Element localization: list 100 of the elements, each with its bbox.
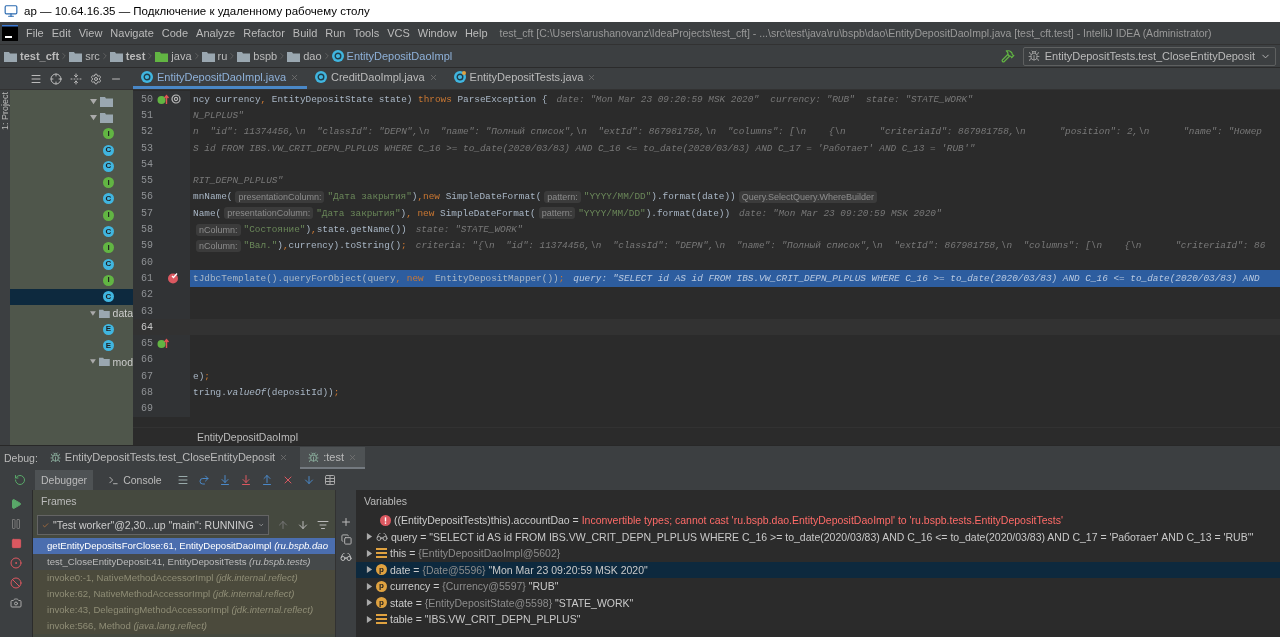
variable-text: query = "SELECT id AS id FROM IBS.VW_CRIT_DEPN_PLPLUS WHERE C_16 >= to_date(2020/03/83) AND C_16 <= to_date(2020/03/83) AND C_17 = 'Работает' AND C_13 = 'RUB'" bbox=[391, 530, 1254, 543]
line-number: 61 bbox=[140, 272, 153, 284]
error-icon bbox=[380, 514, 391, 526]
menu-item[interactable]: View bbox=[78, 27, 103, 39]
arrow-up-icon[interactable] bbox=[277, 519, 289, 531]
build-icon[interactable] bbox=[1000, 49, 1015, 63]
code-text: tJdbcTemplate().queryForObject(query, new EntityDepositMapper()); bbox=[193, 272, 565, 284]
inline-debug-value: date: "Mon Mar 23 09:20:59 MSK 2020" bbox=[739, 207, 942, 219]
run-to-cursor-icon[interactable] bbox=[302, 474, 315, 486]
pause-icon[interactable] bbox=[10, 518, 22, 530]
breadcrumb-item[interactable]: EntityDepositDaoImpl bbox=[346, 50, 453, 62]
settings-icon[interactable] bbox=[90, 72, 102, 85]
menu-item[interactable]: Build bbox=[292, 27, 318, 39]
debugger-tab[interactable]: Console bbox=[102, 470, 168, 490]
variable-text: this = {EntityDepositDaoImpl@5602} bbox=[390, 547, 561, 560]
breadcrumb-item[interactable]: test_cft bbox=[20, 50, 60, 62]
variable-text: currency = {Currency@5597} "RUB" bbox=[390, 580, 559, 593]
run-configuration-dropdown[interactable]: EntityDepositTests.test_CloseEntityDeposit bbox=[1022, 46, 1276, 66]
folder-icon bbox=[155, 50, 169, 62]
line-number: 62 bbox=[140, 289, 153, 301]
resume-icon[interactable] bbox=[10, 498, 22, 510]
thread-dropdown[interactable]: "Test worker"@2,30...up "main": RUNNING bbox=[37, 515, 269, 535]
class-icon: C bbox=[103, 226, 114, 237]
step-out-icon[interactable] bbox=[260, 474, 273, 486]
close-icon[interactable] bbox=[279, 452, 289, 462]
line-number: 63 bbox=[140, 305, 153, 317]
breadcrumb-item[interactable]: test bbox=[125, 50, 146, 62]
mute-breakpoints-icon[interactable] bbox=[10, 577, 22, 589]
collapse-icon[interactable] bbox=[70, 72, 82, 85]
terminal-icon bbox=[108, 474, 120, 486]
breadcrumb-item[interactable]: bspb bbox=[253, 50, 278, 62]
glasses-icon[interactable] bbox=[340, 551, 352, 563]
override-icon bbox=[157, 338, 169, 350]
parameter-hint: nColumn: bbox=[196, 223, 241, 236]
stack-frame[interactable]: getEntityDepositsForClose:61, EntityDepositDaoImpl (ru.bspb.dao bbox=[33, 538, 335, 554]
menu-item[interactable]: Window bbox=[417, 27, 457, 39]
line-number: 53 bbox=[140, 142, 153, 154]
line-number: 56 bbox=[140, 191, 153, 203]
bug-icon bbox=[308, 451, 320, 463]
debug-session-tab[interactable]: :test bbox=[300, 447, 365, 469]
menu-item[interactable]: Refactor bbox=[243, 27, 285, 39]
class-icon bbox=[315, 71, 327, 83]
debugger-tab[interactable]: Debugger bbox=[35, 470, 94, 490]
code-text: Name( bbox=[193, 207, 222, 219]
step-into-icon[interactable] bbox=[218, 474, 231, 486]
code-text: ncy currency, EntityDepositState state) throws ParseException { bbox=[193, 93, 548, 105]
bug-icon bbox=[1027, 50, 1040, 62]
variable-text: table = "IBS.VW_CRIT_DEPN_PLPLUS" bbox=[390, 613, 581, 626]
inline-debug-value: N_PLPLUS" bbox=[193, 109, 244, 121]
editor-tab[interactable]: EntityDepositDaoImpl.java bbox=[133, 68, 307, 89]
menu-item[interactable]: Help bbox=[464, 27, 488, 39]
locate-icon[interactable] bbox=[50, 72, 62, 85]
menu-item[interactable]: Navigate bbox=[110, 27, 154, 39]
folder-icon bbox=[237, 50, 251, 62]
filter-icon[interactable] bbox=[317, 519, 329, 531]
enum-icon: E bbox=[103, 340, 114, 352]
folder-icon bbox=[201, 50, 215, 62]
editor-breadcrumb[interactable]: EntityDepositDaoImpl bbox=[197, 430, 298, 443]
tree-item-label[interactable]: mod bbox=[112, 355, 133, 368]
menu-item[interactable]: File bbox=[26, 27, 44, 39]
variable-text: date = {Date@5596} "Mon Mar 23 09:20:59 MSK 2020" bbox=[390, 563, 648, 576]
interface-icon: I bbox=[103, 128, 114, 140]
close-icon[interactable] bbox=[290, 72, 299, 82]
close-icon[interactable] bbox=[587, 72, 597, 82]
line-number: 69 bbox=[140, 403, 153, 415]
menu-icon[interactable] bbox=[176, 474, 189, 486]
breadcrumb-item[interactable]: java bbox=[171, 50, 192, 62]
stop-icon[interactable] bbox=[10, 538, 22, 549]
breakpoints-icon[interactable] bbox=[10, 557, 22, 569]
menu-item[interactable]: VCS bbox=[387, 27, 410, 39]
arrow-down-icon[interactable] bbox=[297, 519, 309, 531]
panel-title: Frames bbox=[41, 495, 77, 507]
menu-item[interactable]: Analyze bbox=[196, 27, 236, 39]
add-watch-icon[interactable] bbox=[340, 516, 352, 528]
code-text: "Вал."),currency).toString(); bbox=[243, 240, 407, 252]
project-path-title: test_cft [C:\Users\arushanovanz\IdeaProjects\test_cft] - ...\src\test\java\ru\bspb\dao\EntityDepositDaoImpl.java [test_cft.test] - IntelliJ IDEA (Administrator) bbox=[499, 27, 1212, 39]
debug-session-tab[interactable]: EntityDepositTests.test_CloseEntityDeposit bbox=[41, 447, 297, 469]
table-icon[interactable] bbox=[323, 474, 336, 486]
step-over-icon[interactable] bbox=[197, 474, 210, 486]
menu-item[interactable]: Run bbox=[325, 27, 346, 39]
project-tool-tab[interactable]: 1: Project bbox=[0, 92, 10, 131]
parameter-icon: p bbox=[376, 597, 387, 609]
breadcrumb-item[interactable]: src bbox=[85, 50, 100, 62]
rerun-icon[interactable] bbox=[14, 474, 26, 486]
menu-item[interactable]: Tools bbox=[353, 27, 380, 39]
force-step-into-icon[interactable] bbox=[239, 474, 252, 486]
menu-item[interactable]: Code bbox=[161, 27, 189, 39]
stack-frame[interactable]: test_CloseEntityDeposit:41, EntityDepositTests (ru.bspb.tests) bbox=[33, 554, 335, 570]
close-icon[interactable] bbox=[428, 72, 438, 82]
copy-icon[interactable] bbox=[340, 534, 352, 545]
line-number: 66 bbox=[140, 354, 153, 366]
breadcrumb-item[interactable]: ru bbox=[217, 50, 228, 62]
app-logo-icon bbox=[2, 25, 18, 41]
menu-item[interactable]: Edit bbox=[51, 27, 71, 39]
folder-icon bbox=[109, 50, 123, 62]
camera-icon[interactable] bbox=[10, 597, 22, 609]
view-options-icon[interactable] bbox=[30, 72, 42, 85]
breadcrumb-item[interactable]: dao bbox=[303, 50, 322, 62]
close-icon[interactable] bbox=[348, 452, 357, 462]
tree-item-label[interactable]: data bbox=[112, 307, 133, 319]
